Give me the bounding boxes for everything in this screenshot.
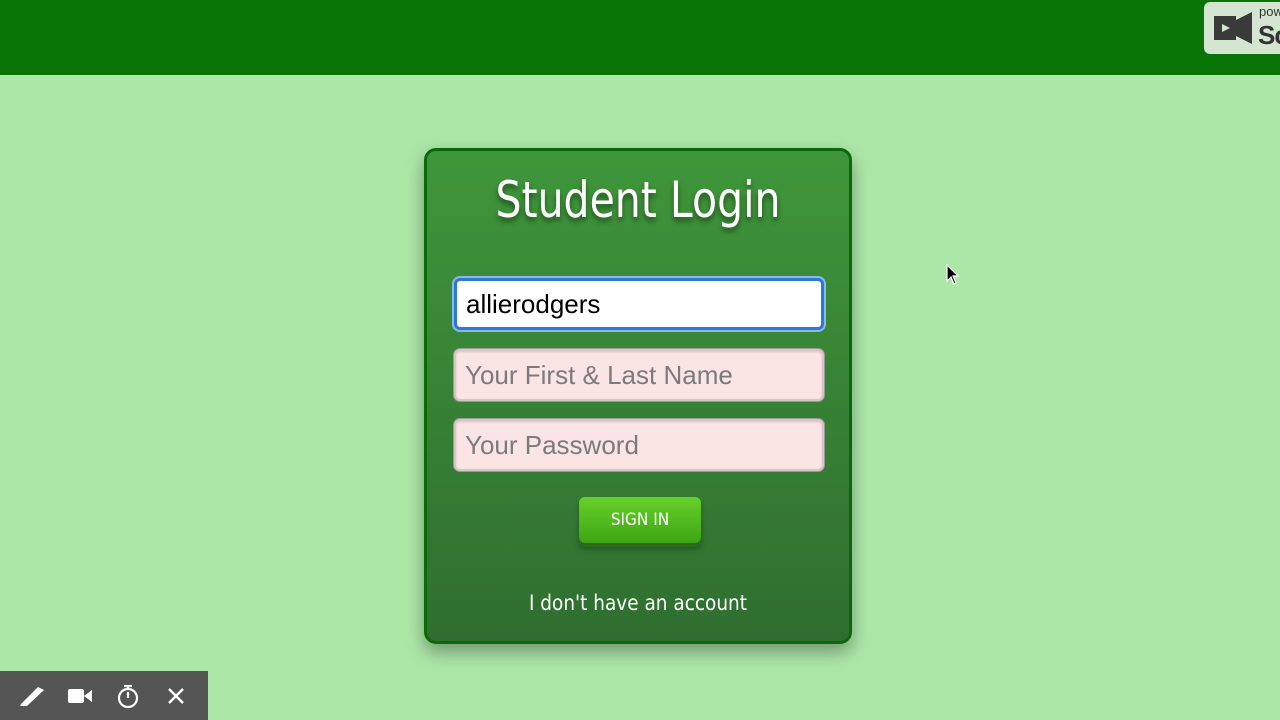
timer-icon[interactable] [111, 679, 145, 713]
page-title: Student Login [495, 171, 781, 229]
no-account-link[interactable]: I don't have an account [452, 591, 823, 615]
mouse-pointer-icon [946, 264, 960, 285]
camera-icon[interactable] [63, 679, 97, 713]
screencast-watermark: pow Sc [1204, 2, 1280, 54]
recording-toolbar [0, 671, 208, 720]
username-input[interactable] [454, 278, 824, 330]
watermark-big-text: Sc [1258, 20, 1280, 50]
sign-in-button[interactable]: SIGN IN [579, 497, 701, 543]
password-input[interactable] [454, 419, 824, 471]
full-name-input[interactable] [454, 349, 824, 401]
top-bar [0, 0, 1280, 75]
screencast-logo-icon [1214, 12, 1252, 44]
close-icon[interactable] [159, 679, 193, 713]
pen-icon[interactable] [15, 679, 49, 713]
watermark-small-text: pow [1259, 4, 1280, 19]
login-card: Student Login SIGN IN I don't have an ac… [424, 148, 852, 644]
